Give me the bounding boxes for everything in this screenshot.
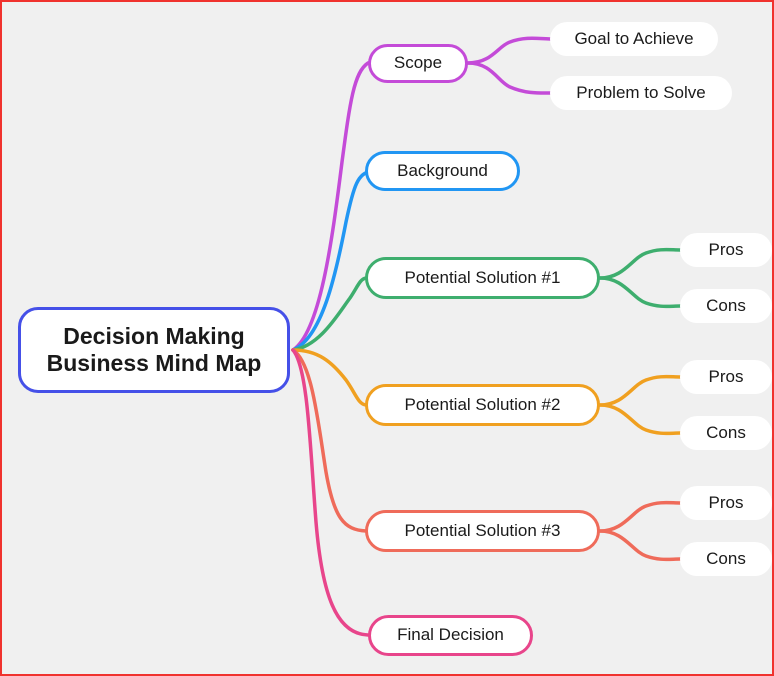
leaf-node-solution-2-pros[interactable]: Pros bbox=[680, 360, 772, 394]
branch-node-potential-solution-3-label: Potential Solution #3 bbox=[404, 520, 561, 540]
edge-solution1-pros bbox=[598, 247, 682, 280]
edge-solution2-cons bbox=[598, 403, 682, 436]
edge-root-scope bbox=[291, 61, 370, 352]
leaf-node-solution-2-cons-label: Cons bbox=[706, 422, 746, 442]
leaf-node-solution-2-cons[interactable]: Cons bbox=[680, 416, 772, 450]
edge-solution3-pros bbox=[598, 500, 682, 533]
branch-node-potential-solution-1-label: Potential Solution #1 bbox=[404, 267, 561, 287]
leaf-node-goal-to-achieve-label: Goal to Achieve bbox=[574, 28, 694, 48]
leaf-node-solution-3-pros-label: Pros bbox=[708, 492, 744, 512]
branch-node-scope-label: Scope bbox=[393, 53, 443, 73]
branch-node-potential-solution-3[interactable]: Potential Solution #3 bbox=[365, 510, 600, 552]
leaf-node-solution-3-cons[interactable]: Cons bbox=[680, 542, 772, 576]
leaf-node-goal-to-achieve[interactable]: Goal to Achieve bbox=[550, 22, 718, 56]
root-node-line-1: Decision Making bbox=[63, 322, 245, 349]
edge-scope-goal bbox=[466, 36, 554, 65]
leaf-node-problem-to-solve-label: Problem to Solve bbox=[576, 82, 706, 102]
edge-solution2-pros bbox=[598, 374, 682, 407]
branch-node-scope[interactable]: Scope bbox=[368, 44, 468, 83]
leaf-node-solution-1-pros[interactable]: Pros bbox=[680, 233, 772, 267]
edge-solution3-cons bbox=[598, 529, 682, 562]
branch-node-potential-solution-2[interactable]: Potential Solution #2 bbox=[365, 384, 600, 426]
mind-map-canvas: Decision Making Business Mind Map Scope … bbox=[0, 0, 774, 676]
root-node[interactable]: Decision Making Business Mind Map bbox=[18, 307, 290, 393]
leaf-node-solution-3-cons-label: Cons bbox=[706, 548, 746, 568]
branch-node-potential-solution-1[interactable]: Potential Solution #1 bbox=[365, 257, 600, 299]
edge-root-final-decision bbox=[291, 348, 370, 637]
root-node-line-2: Business Mind Map bbox=[46, 350, 262, 376]
edge-solution1-cons bbox=[598, 276, 682, 309]
branch-node-background[interactable]: Background bbox=[365, 151, 520, 191]
branch-node-final-decision-label: Final Decision bbox=[397, 625, 504, 645]
branch-node-background-label: Background bbox=[397, 160, 488, 180]
edge-root-background bbox=[291, 169, 373, 352]
edge-root-solution3 bbox=[291, 348, 368, 533]
branch-node-final-decision[interactable]: Final Decision bbox=[368, 615, 533, 656]
branch-node-potential-solution-2-label: Potential Solution #2 bbox=[404, 394, 561, 414]
leaf-node-solution-1-cons[interactable]: Cons bbox=[680, 289, 772, 323]
edge-scope-problem bbox=[466, 61, 554, 95]
leaf-node-problem-to-solve[interactable]: Problem to Solve bbox=[550, 76, 732, 110]
leaf-node-solution-1-pros-label: Pros bbox=[708, 239, 744, 259]
edge-root-solution1 bbox=[291, 276, 368, 352]
edge-root-solution2 bbox=[291, 348, 368, 407]
leaf-node-solution-1-cons-label: Cons bbox=[706, 295, 746, 315]
leaf-node-solution-3-pros[interactable]: Pros bbox=[680, 486, 772, 520]
leaf-node-solution-2-pros-label: Pros bbox=[708, 366, 744, 386]
